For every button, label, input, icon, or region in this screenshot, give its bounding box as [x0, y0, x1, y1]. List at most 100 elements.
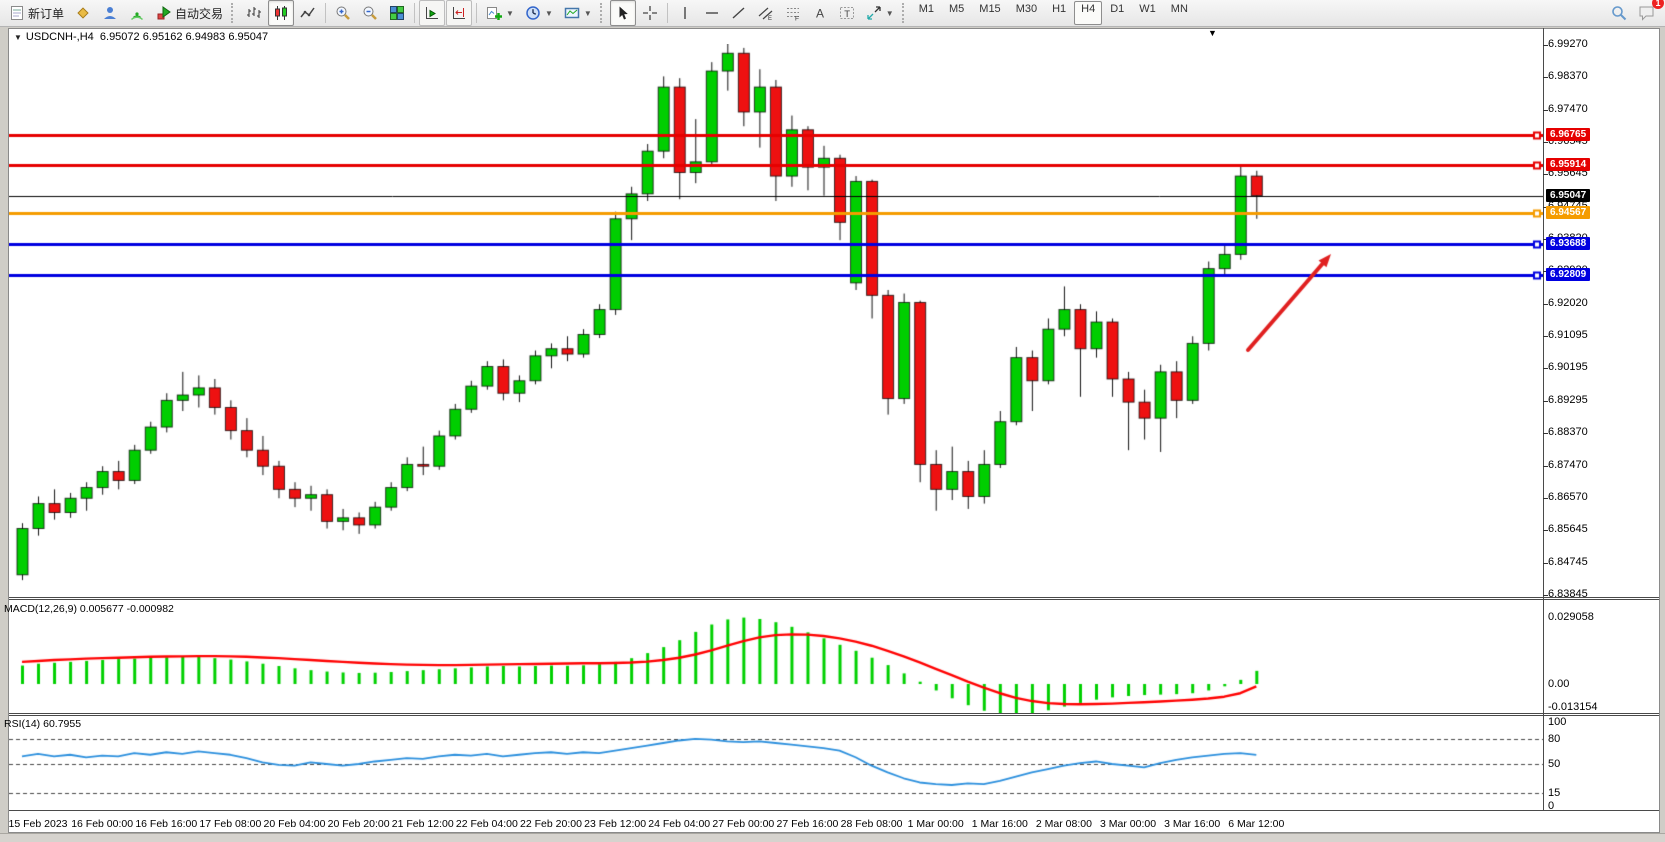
chart-ohlc-quotes: 6.95072 6.95162 6.94983 6.95047 [100, 31, 268, 43]
main-chart-canvas[interactable] [9, 44, 1543, 597]
price-tick: 6.99270 [1548, 38, 1588, 50]
text-button[interactable]: A [807, 0, 833, 26]
price-tick-mark [1543, 498, 1548, 499]
price-tick-mark [1543, 304, 1548, 305]
price-tick-mark [1543, 45, 1548, 46]
panel-separator[interactable] [9, 597, 1659, 598]
new-chart-button[interactable]: ▼ [481, 0, 519, 26]
new-order-button[interactable]: 新订单 [4, 0, 69, 26]
price-tick: 6.90195 [1548, 361, 1588, 373]
autotrade-button[interactable]: 自动交易 [151, 0, 228, 26]
toolbar-separator [476, 3, 477, 23]
periods-button[interactable]: ▼ [520, 0, 558, 26]
search-button[interactable] [1606, 0, 1632, 26]
dropdown-arrow-icon[interactable]: ▼ [506, 9, 514, 18]
price-tick-mark [1543, 530, 1548, 531]
zoom-in-button[interactable] [330, 0, 356, 26]
cursor-icon [615, 5, 631, 21]
tf-m5-button-label: M5 [949, 3, 964, 15]
price-tick: 6.88370 [1548, 426, 1588, 438]
tf-d1-button[interactable]: D1 [1103, 1, 1131, 25]
auto-scroll-button[interactable] [419, 0, 445, 26]
vertical-line-button[interactable] [672, 0, 698, 26]
price-tick: 6.91095 [1548, 329, 1588, 341]
line-chart-button[interactable] [295, 0, 321, 26]
chart-shift-marker-icon[interactable]: ▼ [1208, 28, 1217, 38]
candle-chart-button[interactable] [268, 0, 294, 26]
chart-shift-icon [451, 5, 467, 21]
toolbar-grip[interactable] [902, 3, 907, 23]
text-label-button[interactable]: T [834, 0, 860, 26]
search-icon [1611, 5, 1627, 21]
profile-button[interactable] [97, 0, 123, 26]
price-level-tag: 6.94567 [1546, 206, 1590, 219]
chart-shift-button[interactable] [446, 0, 472, 26]
arrows-button[interactable]: ▼ [861, 0, 899, 26]
community-button[interactable]: 1 [1633, 0, 1661, 26]
new-order-icon [9, 5, 25, 21]
svg-text:T: T [844, 9, 850, 20]
toolbar-grip[interactable] [231, 3, 236, 23]
autotrade-button-label: 自动交易 [175, 5, 223, 22]
tf-m5-button[interactable]: M5 [942, 1, 971, 25]
tf-h4-button[interactable]: H4 [1074, 1, 1102, 25]
toolbar-separator [667, 3, 668, 23]
crosshair-button[interactable] [637, 0, 663, 26]
dropdown-arrow-icon[interactable]: ▼ [545, 9, 553, 18]
signals-button[interactable] [124, 0, 150, 26]
tile-windows-button[interactable] [384, 0, 410, 26]
zoom-out-icon [362, 5, 378, 21]
price-tick-mark [1543, 401, 1548, 402]
price-tick: 6.85645 [1548, 523, 1588, 535]
zoom-in-icon [335, 5, 351, 21]
vertical-line-icon [677, 5, 693, 21]
macd-tick: 0.029058 [1548, 611, 1594, 623]
dropdown-arrow-icon[interactable]: ▼ [886, 9, 894, 18]
price-tick: 6.86570 [1548, 491, 1588, 503]
tf-w1-button[interactable]: W1 [1132, 1, 1163, 25]
auto-scroll-icon [424, 5, 440, 21]
trendline-icon [731, 5, 747, 21]
horizontal-line-button[interactable] [699, 0, 725, 26]
horizontal-line-icon [704, 5, 720, 21]
dropdown-arrow-icon[interactable]: ▼ [584, 9, 592, 18]
bar-chart-icon [246, 5, 262, 21]
tf-d1-button-label: D1 [1110, 3, 1124, 15]
tf-mn-button[interactable]: MN [1164, 1, 1195, 25]
price-tick-mark [1543, 433, 1548, 434]
templates-button[interactable]: ▼ [559, 0, 597, 26]
price-tick-mark [1543, 77, 1548, 78]
rsi-tick: 0 [1548, 800, 1554, 812]
notification-badge: 1 [1652, 0, 1664, 9]
price-level-tag: 6.95047 [1546, 189, 1590, 202]
fibonacci-button[interactable]: F [780, 0, 806, 26]
profile-icon [102, 5, 118, 21]
history-center-button[interactable] [70, 0, 96, 26]
panel-separator[interactable] [9, 713, 1659, 714]
tile-windows-icon [389, 5, 405, 21]
new-chart-icon [486, 5, 502, 21]
toolbar-grip[interactable] [600, 3, 605, 23]
price-tick: 6.98370 [1548, 70, 1588, 82]
tf-m1-button[interactable]: M1 [912, 1, 941, 25]
macd-panel-canvas[interactable] [9, 601, 1543, 713]
time-label: 6 Mar 12:00 [1214, 818, 1298, 830]
tf-h1-button[interactable]: H1 [1045, 1, 1073, 25]
price-tick: 6.87470 [1548, 459, 1588, 471]
chart-menu-icon[interactable]: ▼ [14, 33, 22, 42]
chart-symbol: USDCNH-,H4 [26, 31, 94, 43]
price-level-tag: 6.96765 [1546, 128, 1590, 141]
trendline-button[interactable] [726, 0, 752, 26]
zoom-out-button[interactable] [357, 0, 383, 26]
channel-button[interactable]: E [753, 0, 779, 26]
rsi-tick: 15 [1548, 787, 1560, 799]
tf-m15-button[interactable]: M15 [972, 1, 1007, 25]
rsi-panel-canvas[interactable] [9, 716, 1543, 810]
periods-icon [525, 5, 541, 21]
bar-chart-button[interactable] [241, 0, 267, 26]
cursor-button[interactable] [610, 0, 636, 26]
mt4-application: 新订单 自动交易 ▼ ▼ ▼ EFAT ▼ M1 M5 M15M30H1H4 D1 W1MN 1 ▼ US… [0, 0, 1665, 842]
price-level-tag: 6.92809 [1546, 268, 1590, 281]
price-tick-mark [1543, 336, 1548, 337]
tf-m30-button[interactable]: M30 [1009, 1, 1044, 25]
